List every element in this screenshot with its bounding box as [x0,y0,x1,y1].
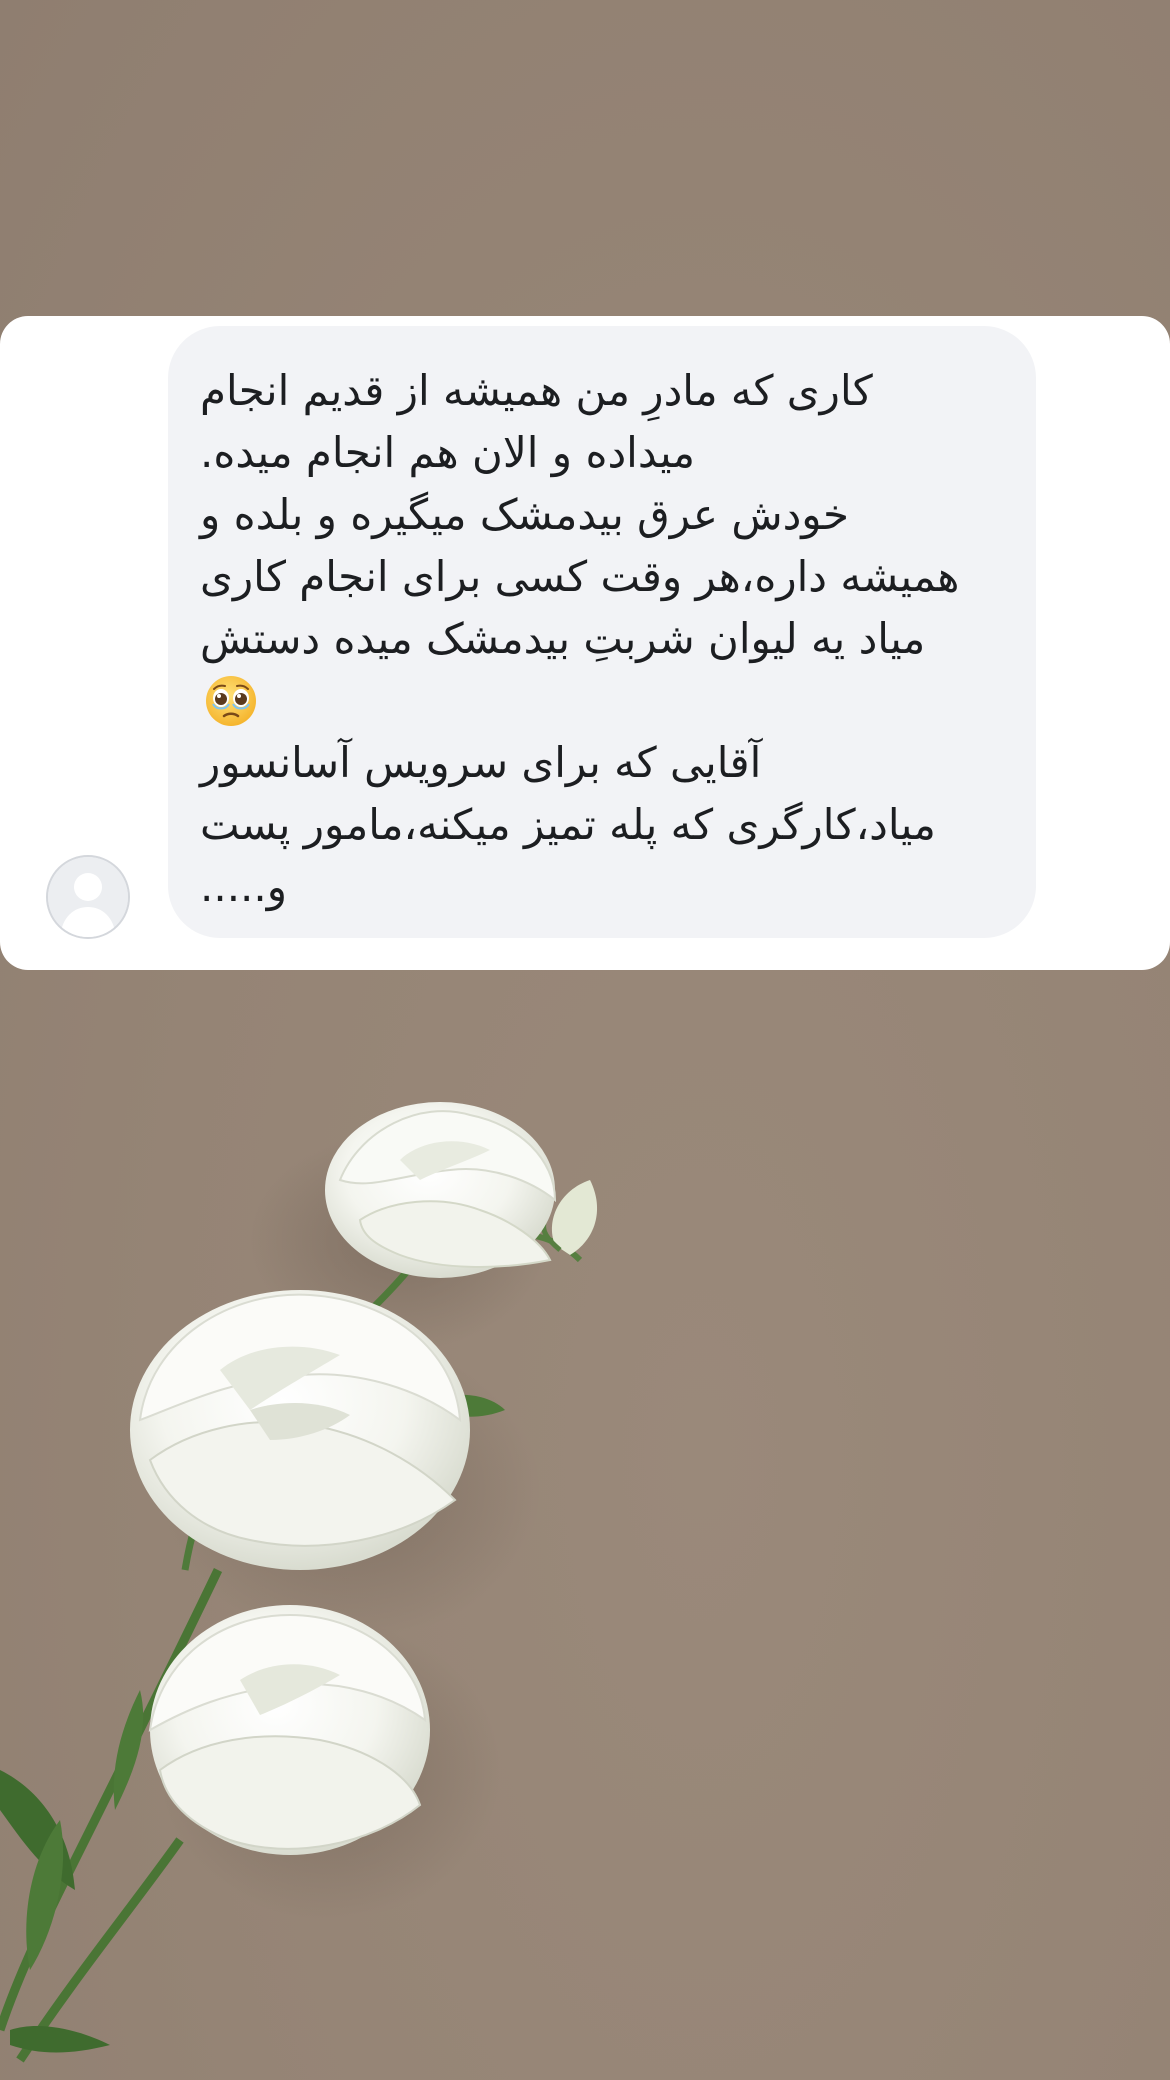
emoji-line [200,670,990,732]
comment-text: کاری که مادرِ من همیشه از قدیم انجام مید… [200,360,990,918]
avatar[interactable] [46,855,130,939]
comment-line: خودش عرق بیدمشک میگیره و بلده و [200,490,849,539]
pleading-face-emoji-icon [206,676,256,726]
white-roses-decoration [0,1102,598,2063]
comment-line: آقایی که برای سرویس آسانسور [200,738,762,787]
comment-line: میاد،کارگری که پله تمیز میکنه،مامور پست [200,800,936,849]
default-profile-icon [48,857,128,937]
comment-line: همیشه داره،هر وقت کسی برای انجام کاری [200,552,960,601]
comment-line: میداده و الان هم انجام میده. [200,428,696,477]
comment-line: و..... [200,862,288,911]
comment-line: میاد یه لیوان شربتِ بیدمشک میده دستش [200,614,926,663]
comment-line: کاری که مادرِ من همیشه از قدیم انجام [200,366,873,415]
